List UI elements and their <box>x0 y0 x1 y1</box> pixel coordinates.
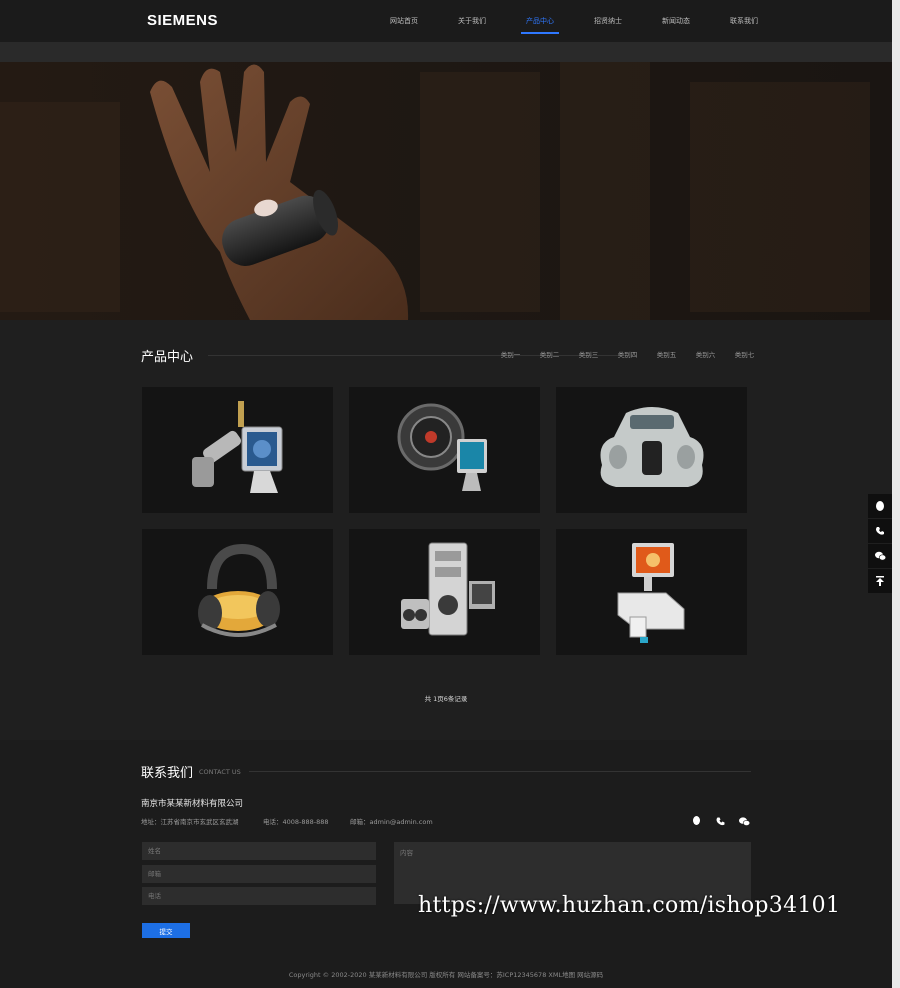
kiosk-screen-icon <box>617 543 685 643</box>
pagination: 共 1页6条记录 <box>424 695 468 703</box>
qq-button[interactable] <box>868 494 892 518</box>
email-field[interactable] <box>142 865 376 883</box>
category-2[interactable]: 类别二 <box>530 349 569 359</box>
contact-section: 联系我们 CONTACT US 南京市某某新材料有限公司 地址：江苏省南京市玄武… <box>0 740 892 988</box>
category-6[interactable]: 类别六 <box>686 349 725 359</box>
social-links <box>689 814 751 828</box>
nav-item-products[interactable]: 产品中心 <box>506 0 574 42</box>
back-to-top-button[interactable] <box>868 569 892 593</box>
qq-icon <box>692 816 700 825</box>
wechat-button[interactable] <box>868 544 892 568</box>
nav-item-contact[interactable]: 联系我们 <box>710 0 778 42</box>
telescope-monitor-icon <box>192 401 283 493</box>
category-7[interactable]: 类别七 <box>725 349 764 359</box>
main-nav: 网站首页 关于我们 产品中心 招贤纳士 新闻动态 联系我们 <box>370 0 778 42</box>
address-text: 地址：江苏省南京市玄武区玄武湖 <box>141 818 239 826</box>
qq-icon <box>876 500 884 511</box>
products-title: 产品中心 <box>141 350 194 365</box>
phone-icon <box>876 527 884 535</box>
header-strip <box>0 42 892 62</box>
phone-field[interactable] <box>142 887 376 905</box>
copyright: Copyright © 2002-2020 某某新材料有限公司 版权所有 网站备… <box>288 971 604 979</box>
category-tabs: 类别一 类别二 类别三 类别四 类别五 类别六 类别七 <box>491 349 764 359</box>
products-header: 产品中心 类别一 类别二 类别三 类别四 类别五 类别六 类别七 <box>141 344 754 365</box>
scrollbar[interactable] <box>892 0 900 988</box>
category-3[interactable]: 类别三 <box>569 349 608 359</box>
name-field[interactable] <box>142 842 376 860</box>
phone-button[interactable] <box>868 519 892 543</box>
headphones-icon <box>198 543 280 637</box>
logo[interactable]: SIEMENS <box>147 12 218 29</box>
watermark-text: https://www.huzhan.com/ishop34101 <box>418 893 841 918</box>
computer-tower-icon <box>401 542 495 636</box>
wechat-icon <box>738 816 750 826</box>
phone-icon <box>716 817 724 825</box>
submit-button[interactable]: 提交 <box>142 923 190 938</box>
floating-toolbar <box>868 494 892 594</box>
nav-item-about[interactable]: 关于我们 <box>438 0 506 42</box>
film-reel-monitor-icon <box>397 403 487 491</box>
qq-link[interactable] <box>689 814 703 828</box>
product-card[interactable] <box>349 387 540 513</box>
category-5[interactable]: 类别五 <box>647 349 686 359</box>
contact-subtitle: CONTACT US <box>199 768 241 776</box>
nav-item-news[interactable]: 新闻动态 <box>642 0 710 42</box>
wechat-icon <box>874 551 886 561</box>
page: SIEMENS 网站首页 关于我们 产品中心 招贤纳士 新闻动态 联系我们 产品… <box>0 0 892 988</box>
vintage-car-icon <box>600 407 704 487</box>
product-card[interactable] <box>556 387 747 513</box>
phone-text: 电话：4008-888-888 <box>263 818 329 826</box>
contact-title: 联系我们 <box>141 766 194 781</box>
nav-item-jobs[interactable]: 招贤纳士 <box>574 0 642 42</box>
back-to-top-icon <box>876 576 884 586</box>
phone-link[interactable] <box>713 814 727 828</box>
product-card[interactable] <box>556 529 747 655</box>
email-text: 邮箱：admin@admin.com <box>350 818 433 826</box>
nav-item-home[interactable]: 网站首页 <box>370 0 438 42</box>
product-card[interactable] <box>142 387 333 513</box>
category-4[interactable]: 类别四 <box>608 349 647 359</box>
hand-holding-product-image <box>150 64 409 320</box>
product-card[interactable] <box>142 529 333 655</box>
site-header: SIEMENS 网站首页 关于我们 产品中心 招贤纳士 新闻动态 联系我们 <box>0 0 892 42</box>
category-1[interactable]: 类别一 <box>491 349 530 359</box>
company-name: 南京市某某新材料有限公司 <box>141 799 244 809</box>
product-card[interactable] <box>349 529 540 655</box>
divider <box>249 771 751 772</box>
contact-header: 联系我们 CONTACT US <box>141 762 751 782</box>
hero-banner <box>0 62 892 320</box>
wechat-link[interactable] <box>737 814 751 828</box>
